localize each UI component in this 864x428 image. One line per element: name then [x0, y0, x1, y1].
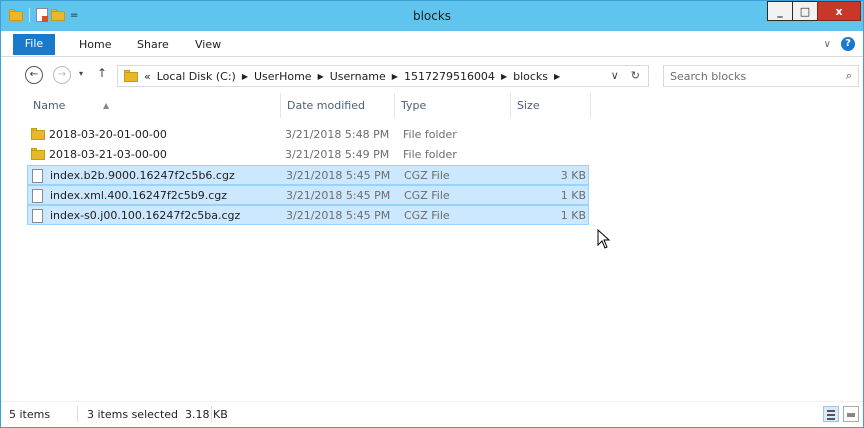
- table-row[interactable]: index.xml.400.16247f2c5b9.cgz 3/21/2018 …: [27, 185, 589, 205]
- ribbon: File Home Share View ∨ ?: [1, 31, 863, 57]
- tab-file[interactable]: File: [13, 34, 55, 55]
- column-header-name-label: Name: [33, 99, 66, 112]
- breadcrumb-separator-icon[interactable]: ▶: [501, 72, 507, 81]
- folder-icon: [31, 148, 45, 160]
- file-date: 3/21/2018 5:45 PM: [286, 169, 391, 182]
- breadcrumb-local-disk[interactable]: Local Disk (C:): [157, 70, 236, 83]
- breadcrumb-separator-icon[interactable]: ▶: [554, 72, 560, 81]
- file-name: index.xml.400.16247f2c5b9.cgz: [50, 189, 228, 202]
- recent-locations-icon[interactable]: ▾: [79, 69, 83, 78]
- refresh-icon[interactable]: ↻: [631, 69, 640, 82]
- forward-button[interactable]: →: [53, 66, 71, 84]
- expand-ribbon-icon[interactable]: ∨: [824, 39, 831, 50]
- file-size: 3 KB: [560, 169, 586, 182]
- breadcrumb-separator-icon[interactable]: ▶: [318, 72, 324, 81]
- mouse-cursor-icon: [597, 229, 611, 249]
- file-name: index-s0.j00.100.16247f2c5ba.cgz: [50, 209, 241, 222]
- breadcrumb-overflow[interactable]: «: [144, 70, 151, 83]
- address-dropdown-icon[interactable]: ∨: [611, 69, 619, 82]
- file-size: 1 KB: [560, 189, 586, 202]
- address-tools: ∨ ↻: [611, 69, 640, 82]
- navigation-bar: ← → ▾ ↑ « Local Disk (C:) ▶ UserHome ▶ U…: [1, 61, 863, 89]
- column-header-name[interactable]: Name ▲: [27, 93, 281, 118]
- file-name: index.b2b.9000.16247f2c5b6.cgz: [50, 169, 235, 182]
- breadcrumb-username[interactable]: Username: [330, 70, 386, 83]
- file-icon: [32, 189, 43, 203]
- file-icon: [32, 169, 43, 183]
- tab-view[interactable]: View: [195, 35, 221, 57]
- large-icons-view-icon[interactable]: [843, 406, 859, 422]
- breadcrumb-separator-icon[interactable]: ▶: [392, 72, 398, 81]
- breadcrumb-separator-icon[interactable]: ▶: [242, 72, 248, 81]
- window-controls: _ □ x: [767, 1, 861, 21]
- column-header-size[interactable]: Size: [511, 93, 591, 118]
- file-size: 1 KB: [560, 209, 586, 222]
- search-box[interactable]: Search blocks ⌕: [663, 65, 859, 87]
- breadcrumb-blocks[interactable]: blocks: [513, 70, 548, 83]
- folder-icon: [31, 128, 45, 140]
- ribbon-controls: ∨ ?: [824, 37, 855, 51]
- file-name: 2018-03-20-01-00-00: [49, 128, 167, 141]
- breadcrumb-id[interactable]: 1517279516004: [404, 70, 495, 83]
- file-type: CGZ File: [404, 169, 450, 182]
- file-icon: [32, 209, 43, 223]
- file-date: 3/21/2018 5:48 PM: [285, 128, 390, 141]
- explorer-window: = blocks _ □ x File Home Share View ∨ ? …: [0, 0, 864, 428]
- status-bar: 5 items 3 items selected 3.18 KB: [1, 401, 863, 427]
- details-view-icon[interactable]: [823, 406, 839, 422]
- folder-icon: [124, 70, 138, 82]
- tab-share[interactable]: Share: [137, 35, 169, 57]
- file-type: CGZ File: [404, 209, 450, 222]
- status-separator: [77, 406, 78, 422]
- sort-ascending-icon: ▲: [103, 101, 110, 110]
- close-button[interactable]: x: [817, 1, 861, 21]
- file-date: 3/21/2018 5:45 PM: [286, 189, 391, 202]
- file-date: 3/21/2018 5:45 PM: [286, 209, 391, 222]
- file-type: File folder: [403, 128, 457, 141]
- file-name: 2018-03-21-03-00-00: [49, 148, 167, 161]
- status-separator: [211, 406, 212, 422]
- up-button[interactable]: ↑: [97, 66, 107, 80]
- file-type: File folder: [403, 148, 457, 161]
- table-row[interactable]: 2018-03-20-01-00-00 3/21/2018 5:48 PM Fi…: [27, 125, 589, 145]
- tab-home[interactable]: Home: [79, 35, 111, 57]
- search-input[interactable]: Search blocks: [670, 70, 746, 83]
- window-title: blocks: [412, 9, 452, 23]
- minimize-button[interactable]: _: [767, 1, 793, 21]
- title-bar[interactable]: = blocks _ □ x: [1, 1, 863, 31]
- table-row[interactable]: 2018-03-21-03-00-00 3/21/2018 5:49 PM Fi…: [27, 145, 589, 165]
- file-date: 3/21/2018 5:49 PM: [285, 148, 390, 161]
- file-type: CGZ File: [404, 189, 450, 202]
- help-icon[interactable]: ?: [841, 37, 855, 51]
- selection-summary: 3 items selected 3.18 KB: [87, 408, 228, 421]
- breadcrumb-userhome[interactable]: UserHome: [254, 70, 312, 83]
- maximize-button[interactable]: □: [792, 1, 818, 21]
- table-row[interactable]: index.b2b.9000.16247f2c5b6.cgz 3/21/2018…: [27, 165, 589, 185]
- column-header-type[interactable]: Type: [395, 93, 511, 118]
- address-bar[interactable]: « Local Disk (C:) ▶ UserHome ▶ Username …: [117, 65, 649, 87]
- item-count: 5 items: [9, 408, 51, 421]
- column-header-date[interactable]: Date modified: [281, 93, 395, 118]
- file-list: Name ▲ Date modified Type Size 2018-03-2…: [1, 93, 863, 397]
- table-row[interactable]: index-s0.j00.100.16247f2c5ba.cgz 3/21/20…: [27, 205, 589, 225]
- view-switcher: [823, 406, 859, 422]
- search-icon[interactable]: ⌕: [846, 69, 852, 83]
- back-button[interactable]: ←: [25, 66, 43, 84]
